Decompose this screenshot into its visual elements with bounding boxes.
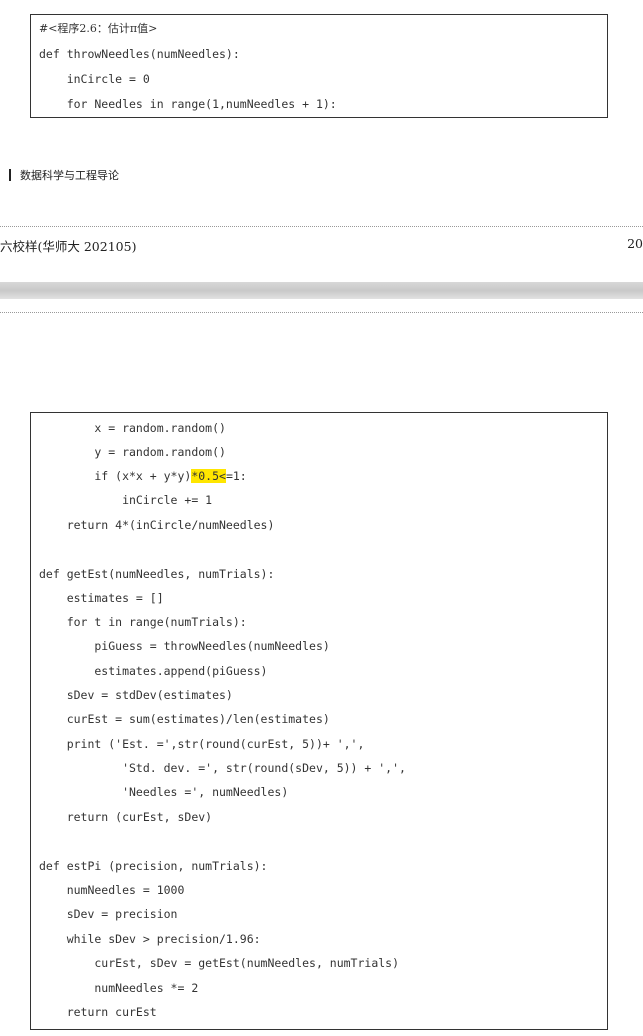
code-line: numNeedles = 1000 <box>39 883 185 897</box>
code-line: inCircle += 1 <box>39 493 213 507</box>
code-line: curEst = sum(estimates)/len(estimates) <box>39 712 330 726</box>
code-line: 'Std. dev. =', str(round(sDev, 5)) + ','… <box>39 761 406 775</box>
code-line: def estPi (precision, numTrials): <box>39 859 268 873</box>
code-line: piGuess = throwNeedles(numNeedles) <box>39 639 330 653</box>
code-line: numNeedles *= 2 <box>39 981 199 995</box>
dotted-divider <box>0 226 643 227</box>
code-line: return 4*(inCircle/numNeedles) <box>39 518 275 532</box>
dotted-divider <box>0 312 643 313</box>
code-block-bottom: x = random.random() y = random.random() … <box>30 412 608 1030</box>
code-line: sDev = stdDev(estimates) <box>39 688 233 702</box>
page-gap <box>0 282 643 299</box>
code-line: inCircle = 0 <box>39 72 150 86</box>
footer-page-number: 20 <box>627 236 643 251</box>
code-line: sDev = precision <box>39 907 178 921</box>
code-line: estimates.append(piGuess) <box>39 664 268 678</box>
header-bar <box>9 169 11 181</box>
code-line: return (curEst, sDev) <box>39 810 213 824</box>
code-line: curEst, sDev = getEst(numNeedles, numTri… <box>39 956 400 970</box>
chapter-header: 数据科学与工程导论 <box>9 167 119 183</box>
chapter-header-text: 数据科学与工程导论 <box>20 169 119 182</box>
program-caption: #<程序2.6：估计π值> <box>39 22 158 35</box>
code-line: if (x*x + y*y)*0.5<=1: <box>39 468 247 484</box>
code-line: y = random.random() <box>39 445 226 459</box>
code-segment: if (x*x + y*y) <box>39 469 192 483</box>
code-line: for t in range(numTrials): <box>39 615 247 629</box>
footer-proof-label: 六校样(华师大 202105) <box>0 239 137 254</box>
code-line: 'Needles =', numNeedles) <box>39 785 289 799</box>
code-line: print ('Est. =',str(round(curEst, 5))+ '… <box>39 737 365 751</box>
code-line: estimates = [] <box>39 591 164 605</box>
code-line: def throwNeedles(numNeedles): <box>39 47 240 61</box>
highlighted-code: *0.5< <box>191 469 226 483</box>
code-block-top: #<程序2.6：估计π值> def throwNeedles(numNeedle… <box>30 14 608 118</box>
code-line: def getEst(numNeedles, numTrials): <box>39 567 275 581</box>
code-line: for Needles in range(1,numNeedles + 1): <box>39 97 337 111</box>
code-line: x = random.random() <box>39 421 226 435</box>
code-line: while sDev > precision/1.96: <box>39 932 261 946</box>
code-segment: =1: <box>225 469 247 483</box>
code-line: return curEst <box>39 1005 157 1019</box>
